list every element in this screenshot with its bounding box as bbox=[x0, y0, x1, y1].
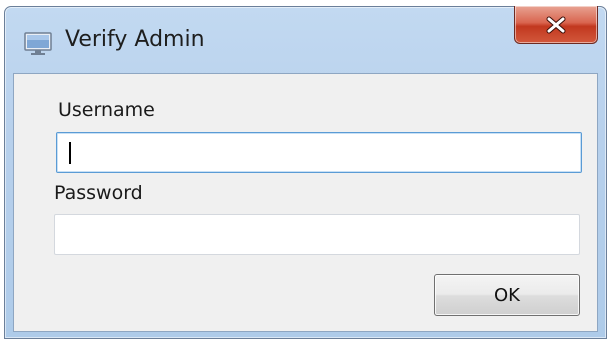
close-x-icon bbox=[545, 16, 567, 34]
username-label: Username bbox=[58, 99, 155, 121]
verify-admin-dialog: Verify Admin Username Password OK bbox=[4, 6, 607, 339]
password-label: Password bbox=[54, 182, 143, 204]
window-title: Verify Admin bbox=[65, 27, 205, 52]
close-button[interactable] bbox=[514, 6, 598, 44]
window-app-icon bbox=[23, 31, 53, 55]
dialog-body: Username Password OK bbox=[13, 73, 598, 332]
title-bar[interactable]: Verify Admin bbox=[5, 6, 606, 73]
password-input[interactable] bbox=[54, 214, 580, 255]
text-caret bbox=[69, 142, 71, 164]
ok-button[interactable]: OK bbox=[434, 274, 580, 316]
username-input[interactable] bbox=[56, 132, 582, 173]
